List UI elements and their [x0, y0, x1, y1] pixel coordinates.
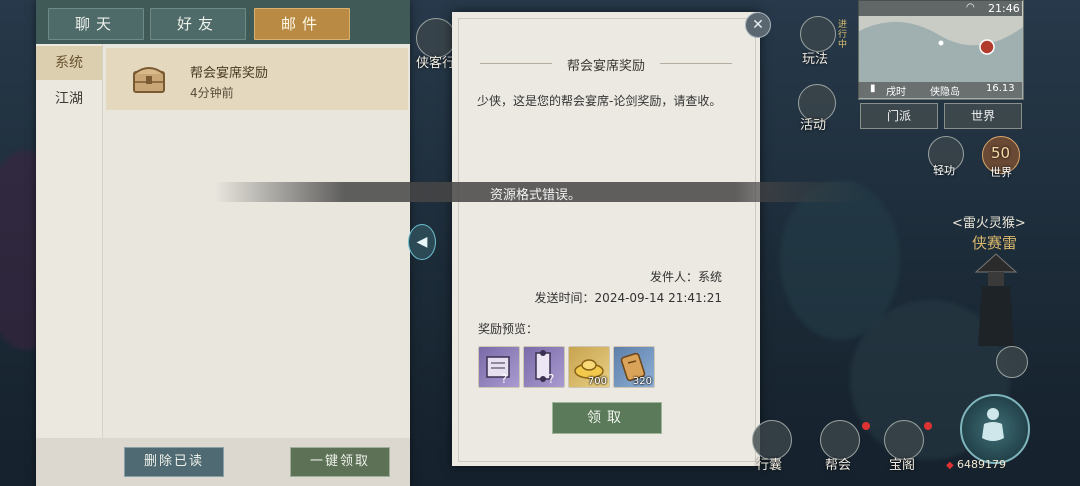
- mail-item-title: 帮会宴席奖励: [190, 66, 269, 81]
- reward-item[interactable]: ?: [478, 346, 520, 388]
- target-name: <雷火灵猴>: [952, 216, 1026, 231]
- treasure-chest-icon: [133, 67, 165, 93]
- meditate-button[interactable]: [960, 394, 1030, 464]
- treasure-pavilion-label: 宝阁: [889, 458, 916, 473]
- currency-icon: ◆: [946, 460, 954, 471]
- player-character: [974, 253, 1018, 346]
- clock: 21:46: [988, 2, 1020, 15]
- bag-label: 行囊: [756, 458, 783, 473]
- book-icon: ?: [486, 356, 510, 386]
- faction-button-label: 门派: [886, 109, 911, 123]
- map-location-name: 侠隐岛: [930, 87, 960, 98]
- wanfa-status-badge: 进行中: [838, 20, 848, 50]
- world-button[interactable]: 世界: [944, 103, 1022, 129]
- tab-chat[interactable]: 聊天: [48, 8, 144, 40]
- claim-all-button[interactable]: 一键领取: [290, 447, 390, 477]
- category-system[interactable]: 系统: [36, 46, 102, 80]
- tab-mail[interactable]: 邮件: [254, 8, 350, 40]
- toast-message: 资源格式错误。: [490, 188, 582, 203]
- letter-title: 帮会宴席奖励: [566, 59, 645, 74]
- wanfa-icon[interactable]: [800, 16, 836, 52]
- world-level-label: 世界: [990, 166, 1012, 179]
- notification-dot: [924, 422, 932, 430]
- reward-item[interactable]: 320: [613, 346, 655, 388]
- collapse-arrow-icon[interactable]: ◀: [408, 224, 436, 260]
- reward-preview-label: 奖励预览：: [478, 322, 539, 336]
- qinggong-label: 轻功: [933, 164, 955, 177]
- wanfa-label: 玩法: [802, 52, 829, 67]
- letter-send-time: 发送时间：2024-09-14 21:41:21: [534, 291, 722, 305]
- close-icon[interactable]: ✕: [745, 12, 771, 38]
- wifi-icon: ◠: [966, 2, 975, 13]
- meditation-figure-icon: [982, 408, 1004, 441]
- map-coordinates: 16.13: [986, 83, 1015, 94]
- letter-border: [458, 18, 756, 462]
- category-jianghu[interactable]: 江湖: [36, 82, 102, 116]
- xiakexing-label: 侠客行: [416, 56, 456, 71]
- huodong-label: 活动: [800, 118, 827, 133]
- letter-sender: 发件人：系统: [649, 270, 722, 284]
- reward-count: 320: [632, 376, 652, 387]
- map-time-period: 戌时: [886, 87, 906, 98]
- skill-icon[interactable]: [996, 346, 1028, 378]
- svg-text:?: ?: [548, 372, 554, 386]
- reward-item[interactable]: ?: [523, 346, 565, 388]
- scroll-icon: ?: [535, 350, 554, 386]
- guild-label: 帮会: [825, 458, 852, 473]
- delete-read-button[interactable]: 删除已读: [124, 447, 224, 477]
- world-button-label: 世界: [970, 109, 995, 123]
- reward-count: 700: [587, 376, 607, 387]
- location-pin-icon: ▮: [870, 83, 876, 94]
- reward-item[interactable]: 700: [568, 346, 610, 388]
- notification-dot: [862, 422, 870, 430]
- world-level-value: 50: [991, 144, 1011, 162]
- claim-button[interactable]: 领取: [552, 402, 662, 434]
- tab-friends[interactable]: 好友: [150, 8, 246, 40]
- faction-button[interactable]: 门派: [860, 103, 938, 129]
- letter-body: 少侠，这是您的帮会宴席-论剑奖励，请查收。: [477, 94, 722, 108]
- mail-item-time: 4分钟前: [190, 86, 234, 100]
- currency-amount: 6489179: [957, 458, 1006, 471]
- tab-bar: 聊天 好友 邮件: [36, 0, 410, 44]
- svg-text:?: ?: [501, 372, 507, 386]
- category-column: 系统 江湖: [36, 44, 103, 438]
